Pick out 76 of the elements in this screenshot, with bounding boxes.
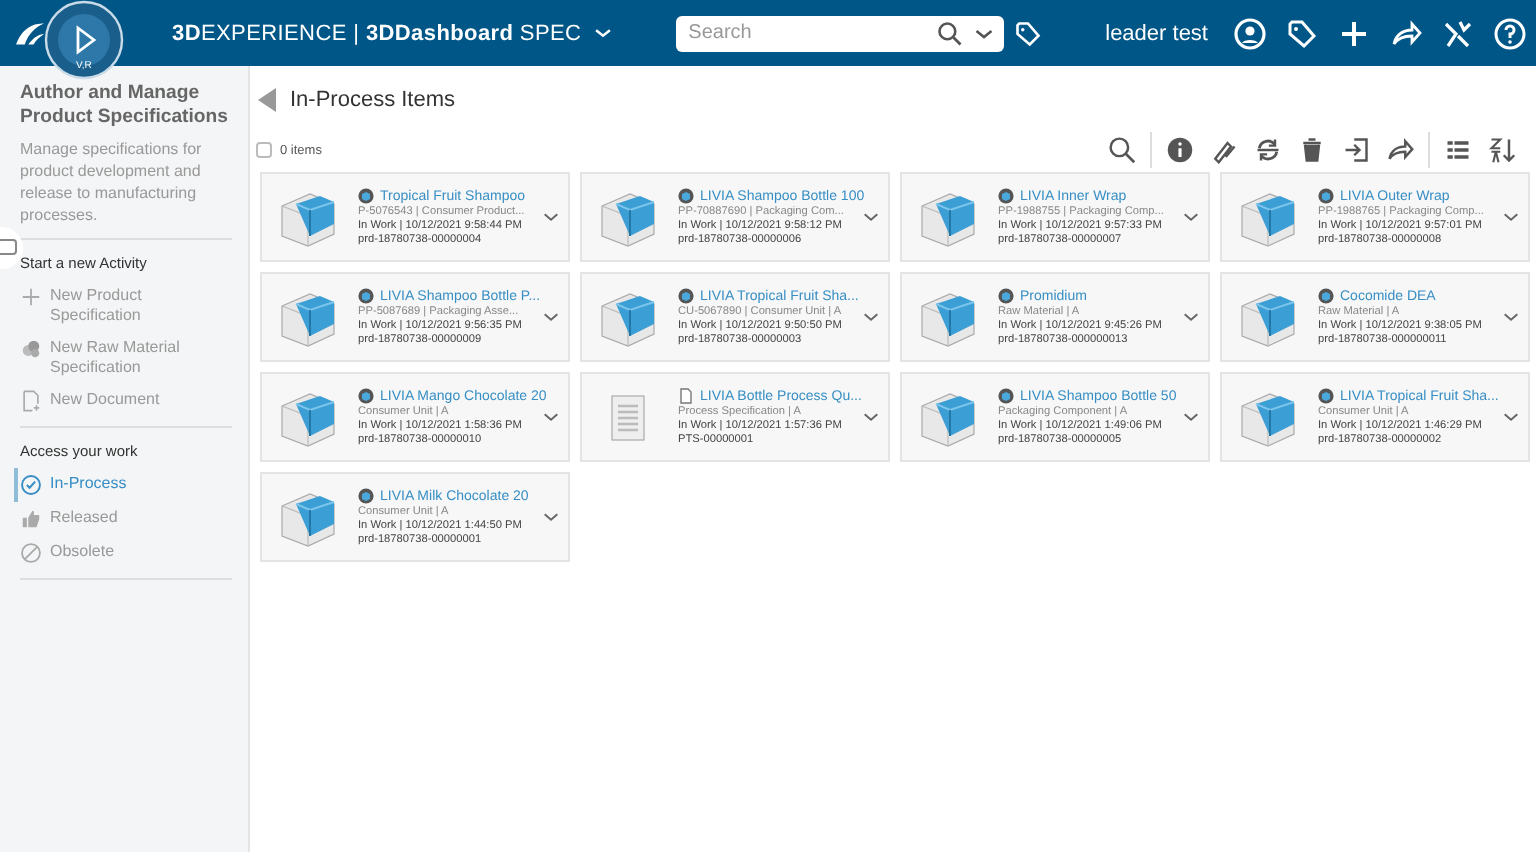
part-icon — [358, 388, 374, 404]
part-icon — [358, 188, 374, 204]
search-icon — [936, 19, 965, 47]
expand-caret-icon[interactable] — [862, 408, 880, 426]
cube-icon — [918, 387, 978, 447]
edit-icon[interactable] — [1210, 136, 1238, 164]
help-icon[interactable] — [1494, 17, 1526, 49]
cube-icon — [278, 387, 338, 447]
share-icon[interactable] — [1386, 136, 1414, 164]
cube-icon — [278, 187, 338, 247]
page-title: In-Process Items — [290, 88, 456, 112]
search-icon[interactable] — [1108, 136, 1136, 164]
logo-icon — [12, 19, 48, 47]
tag-icon[interactable] — [1286, 17, 1318, 49]
sidebar-item[interactable]: Obsolete — [20, 536, 232, 570]
trash-icon[interactable] — [1298, 136, 1326, 164]
file-icon — [678, 388, 694, 404]
expand-caret-icon[interactable] — [1502, 208, 1520, 226]
cube-icon — [1238, 387, 1298, 447]
profile-icon[interactable] — [1234, 17, 1266, 49]
back-icon[interactable] — [258, 88, 278, 112]
thumbs-up-icon — [20, 508, 42, 530]
expand-caret-icon[interactable] — [1502, 408, 1520, 426]
expand-caret-icon[interactable] — [542, 208, 560, 226]
cube-icon — [278, 287, 338, 347]
tools-icon[interactable] — [1442, 17, 1474, 49]
expand-caret-icon[interactable] — [1182, 208, 1200, 226]
cube-icon — [598, 287, 658, 347]
part-icon — [678, 288, 694, 304]
part-icon — [998, 188, 1014, 204]
expand-caret-icon[interactable] — [862, 208, 880, 226]
expand-caret-icon[interactable] — [1182, 408, 1200, 426]
cube-icon — [598, 187, 658, 247]
part-icon — [1318, 288, 1334, 304]
sidebar-item[interactable]: Released — [20, 502, 232, 536]
sidebar-item[interactable]: New Product Specification — [20, 280, 232, 332]
expand-caret-icon[interactable] — [542, 508, 560, 526]
cube-icon — [278, 487, 338, 547]
new-document-icon — [20, 390, 42, 412]
cube-icon — [918, 187, 978, 247]
part-icon — [998, 388, 1014, 404]
ban-icon — [20, 542, 42, 564]
cube-icon — [918, 287, 978, 347]
user-name: leader test — [1105, 21, 1208, 45]
part-icon — [358, 488, 374, 504]
part-icon — [1318, 188, 1334, 204]
sync-icon[interactable] — [1254, 136, 1282, 164]
select-all-checkbox[interactable] — [256, 142, 272, 158]
platform-name: 3DEXPERIENCE | 3DDashboard SPEC — [172, 21, 582, 45]
info-icon[interactable] — [1166, 136, 1194, 164]
add-icon[interactable] — [1338, 17, 1370, 49]
sidebar-item[interactable]: New Document — [20, 384, 232, 418]
expand-caret-icon[interactable] — [1182, 308, 1200, 326]
share-icon[interactable] — [1390, 17, 1422, 49]
part-icon — [998, 288, 1014, 304]
expand-caret-icon[interactable] — [1502, 308, 1520, 326]
material-icon — [20, 338, 42, 360]
sidebar-item[interactable]: New Raw Material Specification — [20, 332, 232, 384]
part-icon — [1318, 388, 1334, 404]
check-circle-icon — [20, 474, 42, 496]
part-icon — [358, 288, 374, 304]
sidebar-title: Author and Manage Product Specifications — [20, 82, 230, 130]
search-field[interactable]: Search — [676, 15, 1005, 51]
sidebar-description: Manage specifications for product development and release to manufacturing processes. — [20, 138, 232, 240]
sidebar-item[interactable]: In-Process — [14, 468, 232, 502]
cube-icon — [1238, 187, 1298, 247]
import-icon[interactable] — [1342, 136, 1370, 164]
sort-icon[interactable] — [1488, 136, 1516, 164]
expand-caret-icon[interactable] — [542, 308, 560, 326]
tag-icon[interactable] — [1014, 19, 1043, 47]
grid-view-icon[interactable] — [1444, 136, 1472, 164]
part-icon — [678, 188, 694, 204]
cube-icon — [1238, 287, 1298, 347]
expand-caret-icon[interactable] — [862, 308, 880, 326]
add-icon — [20, 286, 42, 308]
expand-caret-icon[interactable] — [542, 408, 560, 426]
